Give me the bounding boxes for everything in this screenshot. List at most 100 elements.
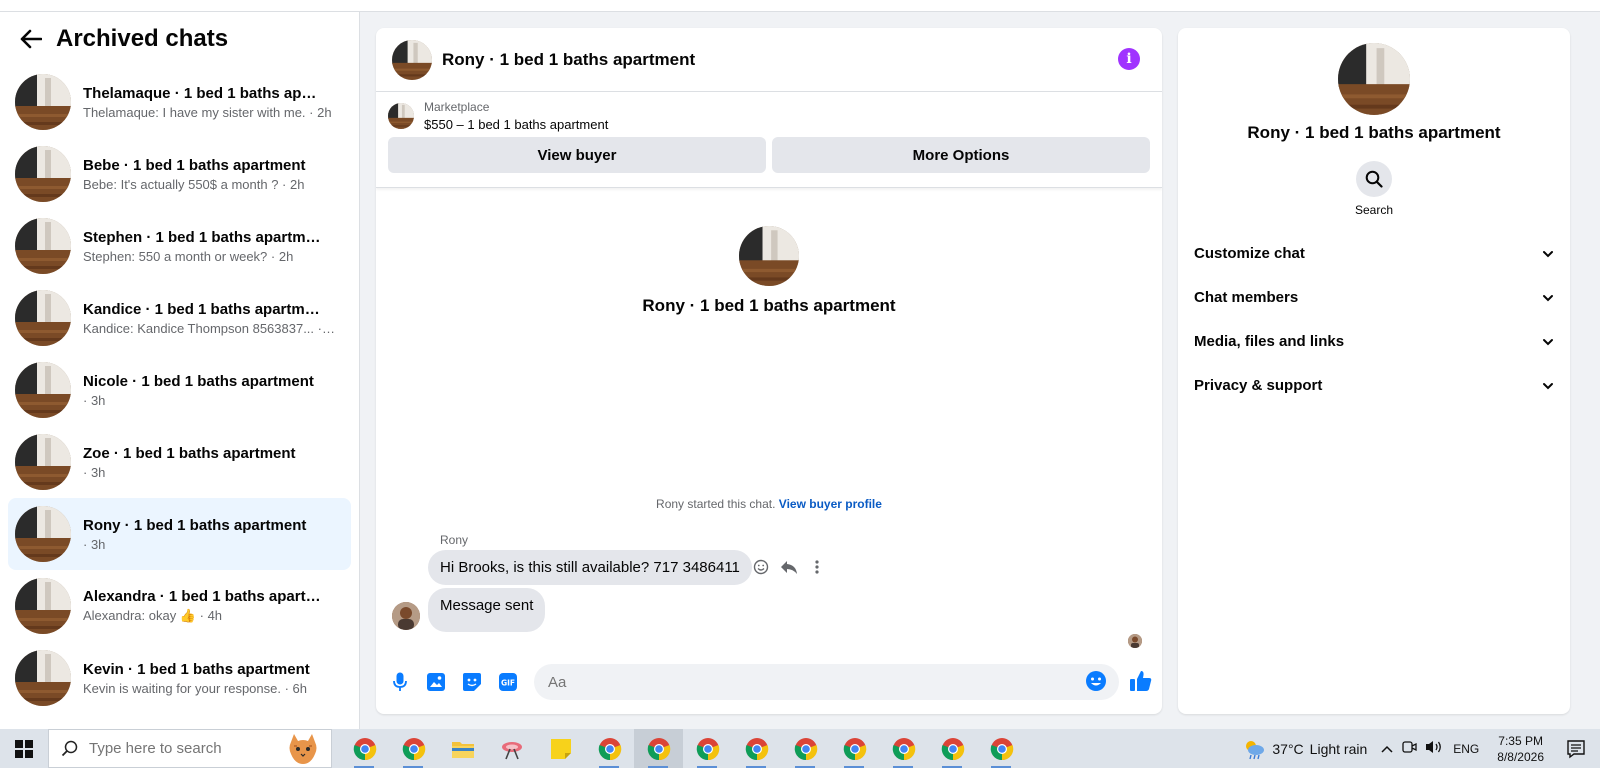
microphone-icon[interactable]	[388, 670, 412, 694]
chat-preview: Thelamaque: I have my sister with me. · …	[83, 104, 332, 120]
message-bubble[interactable]: Hi Brooks, is this still available? 717 …	[428, 550, 752, 585]
taskbar-search[interactable]	[48, 729, 332, 768]
taskbar-chrome-icon-active[interactable]	[634, 729, 683, 768]
chat-name: Thelamaque · 1 bed 1 baths apart...	[83, 84, 323, 102]
chat-item-stephen[interactable]: Stephen · 1 bed 1 baths apartment Stephen…	[8, 210, 351, 282]
emoji-icon[interactable]	[1085, 670, 1109, 694]
chat-name: Nicole · 1 bed 1 baths apartment	[83, 372, 314, 390]
weather-temperature: 37°C	[1272, 740, 1304, 757]
chat-avatar	[15, 434, 71, 490]
chat-avatar	[15, 74, 71, 130]
section-label: Customize chat	[1194, 244, 1305, 262]
view-buyer-profile-link[interactable]: View buyer profile	[779, 497, 882, 511]
marketplace-listing-banner: Marketplace $550 – 1 bed 1 baths apartme…	[376, 92, 1162, 188]
chat-item-kevin[interactable]: Kevin · 1 bed 1 baths apartment Kevin is …	[8, 642, 351, 714]
chevron-up-icon[interactable]	[1381, 741, 1393, 756]
sender-avatar[interactable]	[392, 602, 420, 630]
chat-item-alexandra[interactable]: Alexandra · 1 bed 1 baths apartment Alexa…	[8, 570, 351, 642]
taskbar-chrome-icon[interactable]	[977, 729, 1026, 768]
listing-price[interactable]: $550 – 1 bed 1 baths apartment	[424, 117, 608, 132]
chevron-down-icon	[1542, 245, 1554, 262]
chat-item-rony[interactable]: Rony · 1 bed 1 baths apartment · 3h	[8, 498, 351, 570]
conversation-header: Rony · 1 bed 1 baths apartment i	[376, 28, 1162, 92]
message-input[interactable]	[548, 673, 1048, 691]
clock-time: 7:35 PM	[1498, 733, 1543, 748]
chat-preview: · 3h	[83, 536, 106, 552]
chevron-down-icon	[1542, 377, 1554, 394]
chat-name: Zoe · 1 bed 1 baths apartment	[83, 444, 296, 462]
taskbar-chrome-icon[interactable]	[781, 729, 830, 768]
taskbar-file-explorer-icon[interactable]	[438, 729, 487, 768]
taskbar-chrome-icon[interactable]	[389, 729, 438, 768]
taskbar-chrome-icon[interactable]	[340, 729, 389, 768]
system-clock[interactable]: 7:35 PM 8/8/2026	[1497, 733, 1544, 765]
chevron-down-icon	[1542, 289, 1554, 306]
taskbar-chrome-icon[interactable]	[879, 729, 928, 768]
conversation-title[interactable]: Rony · 1 bed 1 baths apartment	[442, 50, 695, 70]
info-icon[interactable]: i	[1118, 48, 1140, 70]
chat-item-nicole[interactable]: Nicole · 1 bed 1 baths apartment · 3h	[8, 354, 351, 426]
chat-avatar	[15, 218, 71, 274]
notification-icon[interactable]	[1566, 739, 1586, 759]
thumbs-up-icon[interactable]	[1129, 669, 1155, 695]
search-icon	[1365, 170, 1383, 188]
taskbar-chrome-icon[interactable]	[585, 729, 634, 768]
privacy-support-section[interactable]: Privacy & support	[1178, 363, 1570, 407]
chat-avatar	[15, 290, 71, 346]
intro-name: Rony · 1 bed 1 baths apartment	[642, 296, 896, 315]
chat-started-text: Rony started this chat.	[656, 497, 776, 511]
message-bubble[interactable]: Message sent	[428, 588, 546, 632]
back-arrow-icon[interactable]	[18, 26, 44, 52]
listing-source-label: Marketplace	[424, 100, 490, 114]
taskbar-search-input[interactable]	[89, 740, 289, 757]
message-composer: GIF	[376, 650, 1162, 714]
meet-now-icon[interactable]	[1401, 739, 1417, 758]
chat-item-zoe[interactable]: Zoe · 1 bed 1 baths apartment · 3h	[8, 426, 351, 498]
listing-thumbnail[interactable]	[388, 103, 414, 129]
chat-preview: Kevin is waiting for your response. · 6h	[83, 680, 307, 696]
photo-icon[interactable]	[424, 670, 448, 694]
chat-item-bebe[interactable]: Bebe · 1 bed 1 baths apartment Bebe: It's…	[8, 138, 351, 210]
more-vertical-icon[interactable]	[808, 558, 826, 576]
chat-name: Alexandra · 1 bed 1 baths apartment	[83, 588, 323, 605]
weather-widget[interactable]: 37°C Light rain	[1242, 738, 1367, 760]
taskbar-chrome-icon[interactable]	[683, 729, 732, 768]
gif-icon[interactable]: GIF	[496, 670, 520, 694]
section-label: Chat members	[1194, 288, 1299, 306]
details-search: Search	[1178, 161, 1570, 217]
page-scrollbar[interactable]	[1586, 12, 1600, 729]
windows-logo-icon	[15, 739, 33, 758]
sticker-icon[interactable]	[460, 670, 484, 694]
search-button[interactable]	[1356, 161, 1392, 197]
taskbar-snipping-icon[interactable]	[487, 729, 536, 768]
conversation-avatar[interactable]	[392, 39, 432, 80]
taskbar-chrome-icon[interactable]	[732, 729, 781, 768]
taskbar-sticky-notes-icon[interactable]	[536, 729, 585, 768]
taskbar-chrome-icon[interactable]	[830, 729, 879, 768]
chat-name: Bebe · 1 bed 1 baths apartment	[83, 156, 306, 174]
react-smiley-icon[interactable]	[752, 558, 770, 576]
chat-avatar	[15, 146, 71, 202]
taskbar-chrome-icon[interactable]	[928, 729, 977, 768]
search-label: Search	[1354, 203, 1394, 217]
chat-preview: Kandice: Kandice Thompson 8563837... · 3…	[83, 320, 338, 336]
windows-taskbar: 37°C Light rain ENG 7:35 PM 8/8/2026	[0, 729, 1600, 768]
system-tray: 37°C Light rain ENG 7:35 PM 8/8/2026	[1242, 729, 1600, 768]
chat-name: Kevin · 1 bed 1 baths apartment	[83, 660, 310, 678]
chat-item-kandice[interactable]: Kandice · 1 bed 1 baths apartment Kandice…	[8, 282, 351, 354]
chat-avatar	[15, 362, 71, 418]
volume-icon[interactable]	[1425, 739, 1443, 758]
sidebar-header: Archived chats	[0, 12, 359, 66]
more-options-button[interactable]: More Options	[772, 137, 1150, 173]
details-avatar[interactable]	[1338, 43, 1410, 115]
chat-name: Rony · 1 bed 1 baths apartment	[83, 516, 307, 534]
view-buyer-button[interactable]: View buyer	[388, 137, 766, 173]
language-indicator[interactable]: ENG	[1453, 742, 1479, 756]
chat-item-thelamaque[interactable]: Thelamaque · 1 bed 1 baths apart... Thela…	[8, 66, 351, 138]
media-files-links-section[interactable]: Media, files and links	[1178, 319, 1570, 363]
reply-icon[interactable]	[780, 558, 798, 576]
svg-text:GIF: GIF	[501, 679, 515, 688]
windows-start-button[interactable]	[0, 729, 48, 768]
customize-chat-section[interactable]: Customize chat	[1178, 231, 1570, 275]
chat-members-section[interactable]: Chat members	[1178, 275, 1570, 319]
